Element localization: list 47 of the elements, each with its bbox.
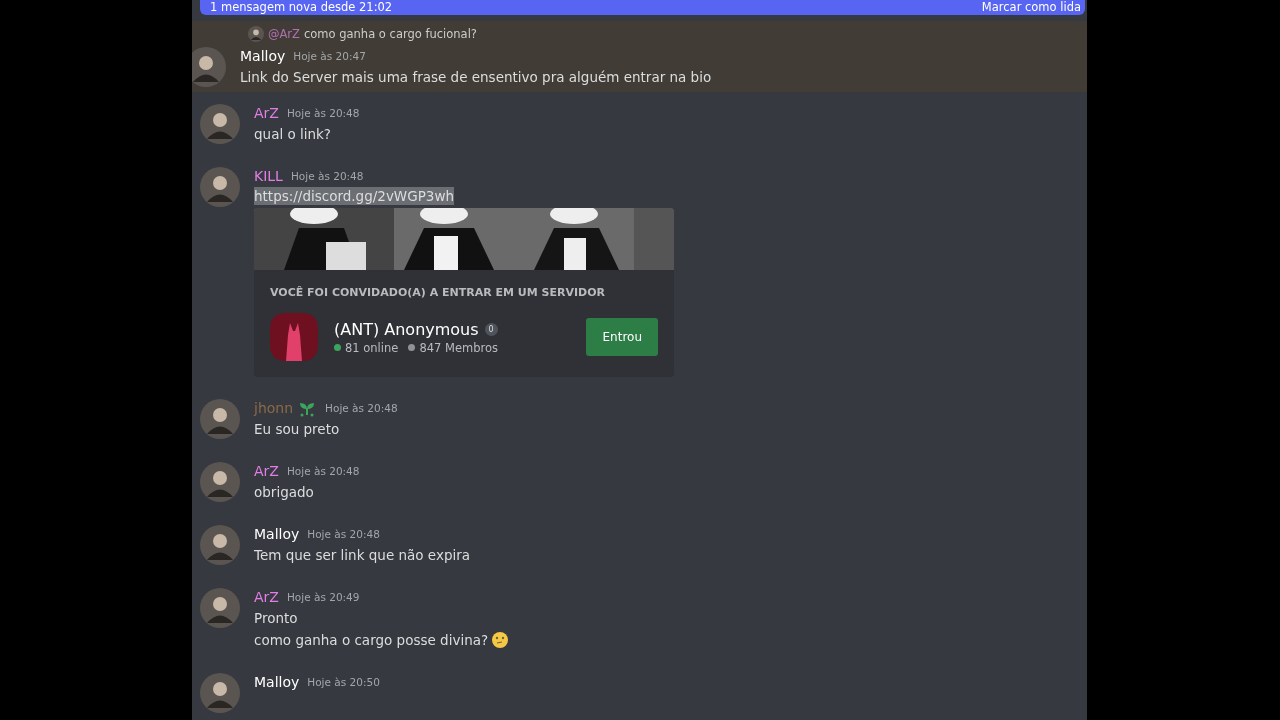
avatar[interactable] (200, 673, 240, 713)
avatar[interactable] (248, 26, 264, 42)
avatar[interactable] (200, 167, 240, 207)
server-badge: 0 (484, 322, 498, 336)
author-name[interactable]: Malloy (254, 525, 300, 542)
author-name[interactable]: ArZ (254, 588, 279, 605)
avatar[interactable] (192, 47, 226, 87)
timestamp: Hoje às 20:48 (286, 106, 360, 119)
timestamp: Hoje às 20:48 (290, 169, 364, 182)
reply-author[interactable]: @ArZ (268, 27, 300, 41)
invite-heading: VOCÊ FOI CONVIDADO(A) A ENTRAR EM UM SERVIDOR (270, 286, 606, 299)
avatar[interactable] (200, 104, 240, 144)
server-icon (270, 313, 318, 361)
author-name[interactable]: ArZ (254, 104, 279, 121)
message-text: como ganha o cargo posse divina? (254, 631, 489, 650)
timestamp: Hoje às 20:48 (325, 401, 398, 414)
timestamp: Hoje às 20:48 (286, 464, 360, 477)
timestamp: Hoje às 20:47 (293, 49, 366, 62)
invite-link[interactable]: https://discord.gg/2vWGP3wh (254, 187, 454, 205)
avatar[interactable] (200, 525, 240, 565)
avatar[interactable] (200, 462, 240, 502)
avatar[interactable] (200, 399, 240, 439)
timestamp: Hoje às 20:48 (307, 527, 380, 540)
avatar[interactable] (200, 588, 240, 628)
author-name[interactable]: Malloy (254, 673, 300, 690)
author-name[interactable]: KILL (254, 167, 283, 184)
message-text: Link do Server mais uma frase de ensentivo pra alguém entrar na bio (240, 68, 712, 87)
message-text: Tem que ser link que não expira (254, 546, 471, 565)
author-name[interactable]: Malloy (240, 47, 286, 64)
members-dot (408, 344, 416, 351)
member-count: 847 Membros (419, 340, 498, 355)
author-name[interactable]: jhonn (254, 399, 294, 416)
message-text: obrigado (254, 483, 314, 502)
online-count: 81 online (345, 340, 399, 355)
reply-text: como ganha o cargo fucional? (304, 27, 477, 41)
server-name: (ANT) Anonymous (334, 319, 479, 339)
author-name[interactable]: ArZ (254, 462, 279, 479)
message-text: qual o link? (254, 125, 332, 144)
joined-button[interactable]: Entrou (586, 318, 658, 356)
timestamp: Hoje às 20:50 (307, 675, 380, 688)
timestamp: Hoje às 20:49 (286, 590, 360, 603)
mark-read-link[interactable]: Marcar como lida (981, 1, 1081, 14)
online-dot (334, 344, 341, 351)
thinking-emoji-icon (491, 631, 510, 649)
message-text: Pronto (254, 609, 298, 628)
new-messages-text: 1 mensagem nova desde 21:02 (210, 1, 393, 14)
message-text: Eu sou preto (254, 420, 340, 439)
